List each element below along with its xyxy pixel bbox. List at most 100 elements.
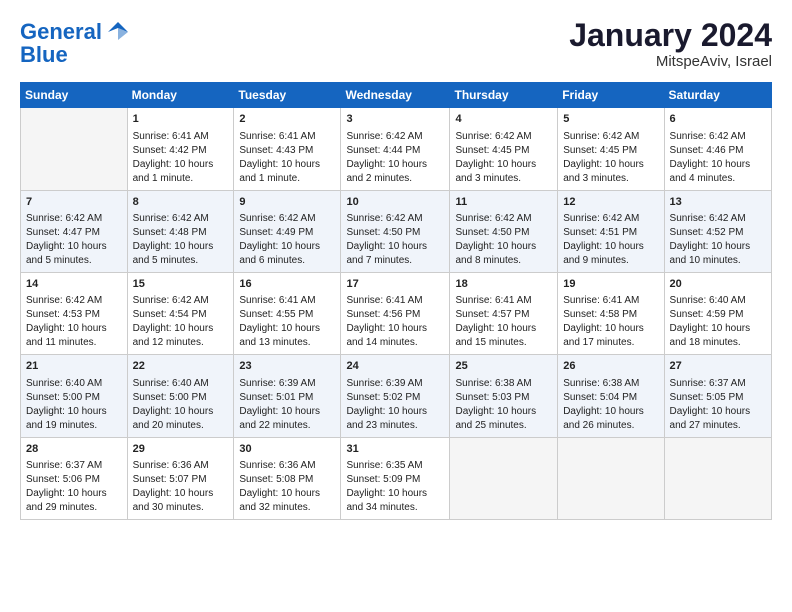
daylight: Daylight: 10 hours and 13 minutes. xyxy=(239,323,320,348)
daylight: Daylight: 10 hours and 15 minutes. xyxy=(455,323,536,348)
location: MitspeAviv, Israel xyxy=(569,53,772,70)
calendar-cell xyxy=(664,437,771,519)
day-number: 28 xyxy=(26,442,122,457)
day-number: 14 xyxy=(26,277,122,292)
sunset: Sunset: 4:58 PM xyxy=(563,309,637,320)
calendar-cell: 23 Sunrise: 6:39 AM Sunset: 5:01 PM Dayl… xyxy=(234,355,341,437)
sunrise: Sunrise: 6:41 AM xyxy=(239,131,315,142)
sunrise: Sunrise: 6:35 AM xyxy=(346,460,422,471)
sunset: Sunset: 4:46 PM xyxy=(670,145,744,156)
sunset: Sunset: 4:50 PM xyxy=(455,227,529,238)
day-number: 7 xyxy=(26,195,122,210)
calendar-cell: 27 Sunrise: 6:37 AM Sunset: 5:05 PM Dayl… xyxy=(664,355,771,437)
day-number: 2 xyxy=(239,112,335,127)
logo-icon xyxy=(104,18,132,46)
calendar-day-header: Thursday xyxy=(450,83,558,108)
sunrise: Sunrise: 6:42 AM xyxy=(133,213,209,224)
sunset: Sunset: 4:49 PM xyxy=(239,227,313,238)
day-number: 27 xyxy=(670,359,766,374)
day-number: 29 xyxy=(133,442,229,457)
calendar-cell: 29 Sunrise: 6:36 AM Sunset: 5:07 PM Dayl… xyxy=(127,437,234,519)
sunrise: Sunrise: 6:42 AM xyxy=(563,213,639,224)
sunset: Sunset: 5:01 PM xyxy=(239,392,313,403)
calendar-cell: 6 Sunrise: 6:42 AM Sunset: 4:46 PM Dayli… xyxy=(664,108,771,190)
sunset: Sunset: 4:47 PM xyxy=(26,227,100,238)
sunset: Sunset: 4:59 PM xyxy=(670,309,744,320)
sunrise: Sunrise: 6:40 AM xyxy=(26,378,102,389)
calendar-cell: 20 Sunrise: 6:40 AM Sunset: 4:59 PM Dayl… xyxy=(664,272,771,354)
calendar-cell: 30 Sunrise: 6:36 AM Sunset: 5:08 PM Dayl… xyxy=(234,437,341,519)
calendar-day-header: Wednesday xyxy=(341,83,450,108)
daylight: Daylight: 10 hours and 18 minutes. xyxy=(670,323,751,348)
day-number: 22 xyxy=(133,359,229,374)
calendar-cell: 25 Sunrise: 6:38 AM Sunset: 5:03 PM Dayl… xyxy=(450,355,558,437)
calendar-cell: 11 Sunrise: 6:42 AM Sunset: 4:50 PM Dayl… xyxy=(450,190,558,272)
calendar-cell: 1 Sunrise: 6:41 AM Sunset: 4:42 PM Dayli… xyxy=(127,108,234,190)
sunset: Sunset: 5:03 PM xyxy=(455,392,529,403)
daylight: Daylight: 10 hours and 30 minutes. xyxy=(133,488,214,513)
daylight: Daylight: 10 hours and 23 minutes. xyxy=(346,406,427,431)
sunrise: Sunrise: 6:42 AM xyxy=(346,131,422,142)
daylight: Daylight: 10 hours and 11 minutes. xyxy=(26,323,107,348)
daylight: Daylight: 10 hours and 8 minutes. xyxy=(455,241,536,266)
daylight: Daylight: 10 hours and 1 minute. xyxy=(239,159,320,184)
calendar-cell: 10 Sunrise: 6:42 AM Sunset: 4:50 PM Dayl… xyxy=(341,190,450,272)
sunset: Sunset: 5:09 PM xyxy=(346,474,420,485)
calendar-cell: 7 Sunrise: 6:42 AM Sunset: 4:47 PM Dayli… xyxy=(21,190,128,272)
daylight: Daylight: 10 hours and 3 minutes. xyxy=(563,159,644,184)
calendar-cell: 17 Sunrise: 6:41 AM Sunset: 4:56 PM Dayl… xyxy=(341,272,450,354)
calendar-cell: 26 Sunrise: 6:38 AM Sunset: 5:04 PM Dayl… xyxy=(558,355,664,437)
daylight: Daylight: 10 hours and 9 minutes. xyxy=(563,241,644,266)
sunset: Sunset: 4:44 PM xyxy=(346,145,420,156)
sunset: Sunset: 4:43 PM xyxy=(239,145,313,156)
daylight: Daylight: 10 hours and 1 minute. xyxy=(133,159,214,184)
daylight: Daylight: 10 hours and 34 minutes. xyxy=(346,488,427,513)
calendar-day-header: Sunday xyxy=(21,83,128,108)
month-title: January 2024 xyxy=(569,18,772,53)
sunset: Sunset: 4:45 PM xyxy=(563,145,637,156)
calendar-cell: 14 Sunrise: 6:42 AM Sunset: 4:53 PM Dayl… xyxy=(21,272,128,354)
daylight: Daylight: 10 hours and 29 minutes. xyxy=(26,488,107,513)
sunrise: Sunrise: 6:42 AM xyxy=(455,213,531,224)
daylight: Daylight: 10 hours and 3 minutes. xyxy=(455,159,536,184)
daylight: Daylight: 10 hours and 10 minutes. xyxy=(670,241,751,266)
calendar-cell: 21 Sunrise: 6:40 AM Sunset: 5:00 PM Dayl… xyxy=(21,355,128,437)
sunrise: Sunrise: 6:42 AM xyxy=(670,131,746,142)
sunrise: Sunrise: 6:42 AM xyxy=(239,213,315,224)
sunrise: Sunrise: 6:42 AM xyxy=(26,295,102,306)
day-number: 12 xyxy=(563,195,658,210)
sunset: Sunset: 5:00 PM xyxy=(26,392,100,403)
sunrise: Sunrise: 6:38 AM xyxy=(563,378,639,389)
day-number: 1 xyxy=(133,112,229,127)
day-number: 6 xyxy=(670,112,766,127)
calendar-cell: 9 Sunrise: 6:42 AM Sunset: 4:49 PM Dayli… xyxy=(234,190,341,272)
calendar-day-header: Monday xyxy=(127,83,234,108)
day-number: 13 xyxy=(670,195,766,210)
day-number: 25 xyxy=(455,359,552,374)
sunrise: Sunrise: 6:41 AM xyxy=(563,295,639,306)
calendar-cell: 15 Sunrise: 6:42 AM Sunset: 4:54 PM Dayl… xyxy=(127,272,234,354)
day-number: 9 xyxy=(239,195,335,210)
calendar-cell xyxy=(450,437,558,519)
day-number: 3 xyxy=(346,112,444,127)
sunrise: Sunrise: 6:42 AM xyxy=(133,295,209,306)
calendar-cell: 3 Sunrise: 6:42 AM Sunset: 4:44 PM Dayli… xyxy=(341,108,450,190)
sunset: Sunset: 5:05 PM xyxy=(670,392,744,403)
sunrise: Sunrise: 6:42 AM xyxy=(26,213,102,224)
sunrise: Sunrise: 6:39 AM xyxy=(346,378,422,389)
calendar-cell: 22 Sunrise: 6:40 AM Sunset: 5:00 PM Dayl… xyxy=(127,355,234,437)
calendar-table: SundayMondayTuesdayWednesdayThursdayFrid… xyxy=(20,82,772,520)
sunset: Sunset: 5:04 PM xyxy=(563,392,637,403)
calendar-cell: 16 Sunrise: 6:41 AM Sunset: 4:55 PM Dayl… xyxy=(234,272,341,354)
sunset: Sunset: 5:02 PM xyxy=(346,392,420,403)
day-number: 26 xyxy=(563,359,658,374)
calendar-cell: 31 Sunrise: 6:35 AM Sunset: 5:09 PM Dayl… xyxy=(341,437,450,519)
calendar-week-row: 28 Sunrise: 6:37 AM Sunset: 5:06 PM Dayl… xyxy=(21,437,772,519)
sunrise: Sunrise: 6:41 AM xyxy=(346,295,422,306)
sunset: Sunset: 4:57 PM xyxy=(455,309,529,320)
calendar-cell: 2 Sunrise: 6:41 AM Sunset: 4:43 PM Dayli… xyxy=(234,108,341,190)
day-number: 4 xyxy=(455,112,552,127)
daylight: Daylight: 10 hours and 32 minutes. xyxy=(239,488,320,513)
day-number: 15 xyxy=(133,277,229,292)
sunrise: Sunrise: 6:36 AM xyxy=(239,460,315,471)
